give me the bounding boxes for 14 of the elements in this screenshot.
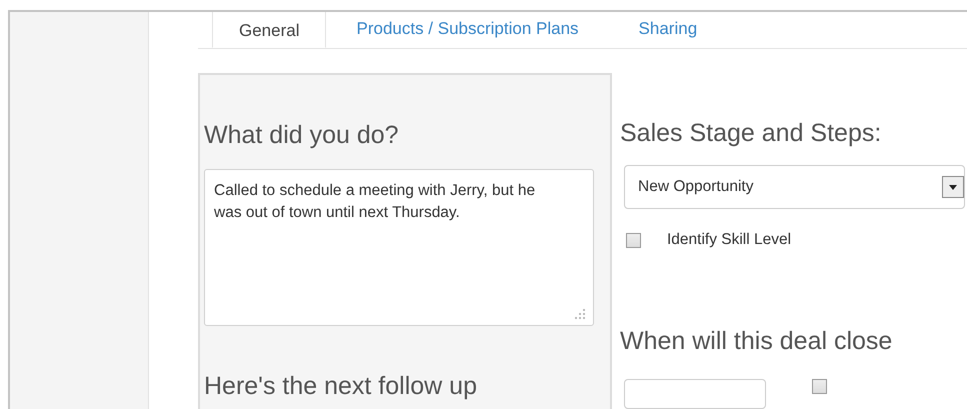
section-heading: When will this deal close: [620, 326, 894, 357]
notes-field[interactable]: Called to schedule a meeting with Jerry, but he was out of town until next Thursday.: [204, 169, 594, 326]
date-field[interactable]: [624, 379, 766, 409]
resize-grip-icon[interactable]: [575, 309, 586, 320]
section-heading: Here's the next follow up: [204, 371, 478, 402]
tab[interactable]: Products / Subscription Plans: [326, 12, 609, 46]
section-heading: Sales Stage and Steps:: [620, 118, 882, 149]
tab[interactable]: General: [212, 12, 326, 48]
checkbox[interactable]: [812, 379, 827, 394]
tab[interactable]: Sharing: [608, 12, 728, 46]
section-heading: What did you do?: [204, 120, 400, 151]
stage-select[interactable]: New Opportunity: [624, 165, 965, 209]
checkbox-label: Identify Skill Level: [667, 231, 792, 249]
checkbox[interactable]: [626, 232, 641, 248]
